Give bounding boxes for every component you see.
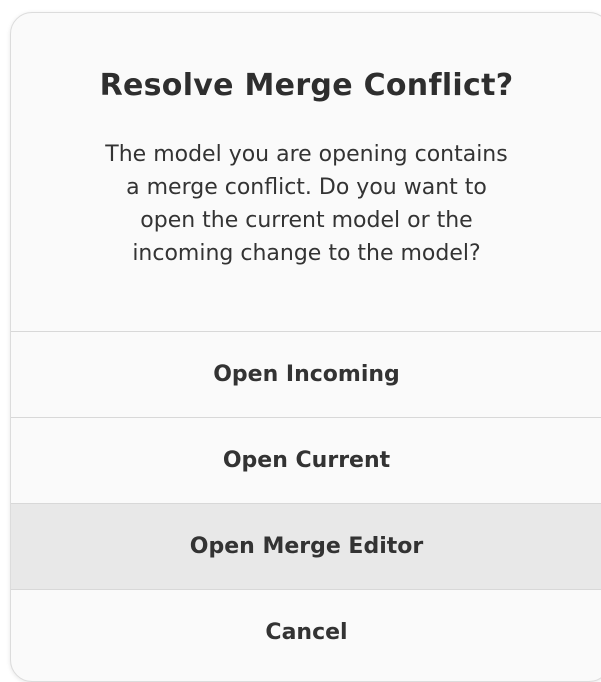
dialog-header: Resolve Merge Conflict? The model you ar…: [11, 13, 601, 331]
dialog-message-line: a merge conflict. Do you want to: [126, 175, 487, 200]
dialog-message-line: The model you are opening contains: [105, 142, 508, 167]
dialog-message-line: incoming change to the model?: [132, 241, 481, 266]
open-merge-editor-button[interactable]: Open Merge Editor: [11, 503, 601, 589]
cancel-button[interactable]: Cancel: [11, 589, 601, 675]
dialog-title: Resolve Merge Conflict?: [99, 68, 514, 103]
dialog-message: The model you are opening contains a mer…: [73, 138, 540, 270]
dialog-message-line: open the current model or the: [140, 208, 473, 233]
open-incoming-button[interactable]: Open Incoming: [11, 331, 601, 417]
dialog-actions: Open Incoming Open Current Open Merge Ed…: [11, 331, 601, 675]
open-current-button[interactable]: Open Current: [11, 417, 601, 503]
merge-conflict-dialog: Resolve Merge Conflict? The model you ar…: [10, 12, 601, 682]
